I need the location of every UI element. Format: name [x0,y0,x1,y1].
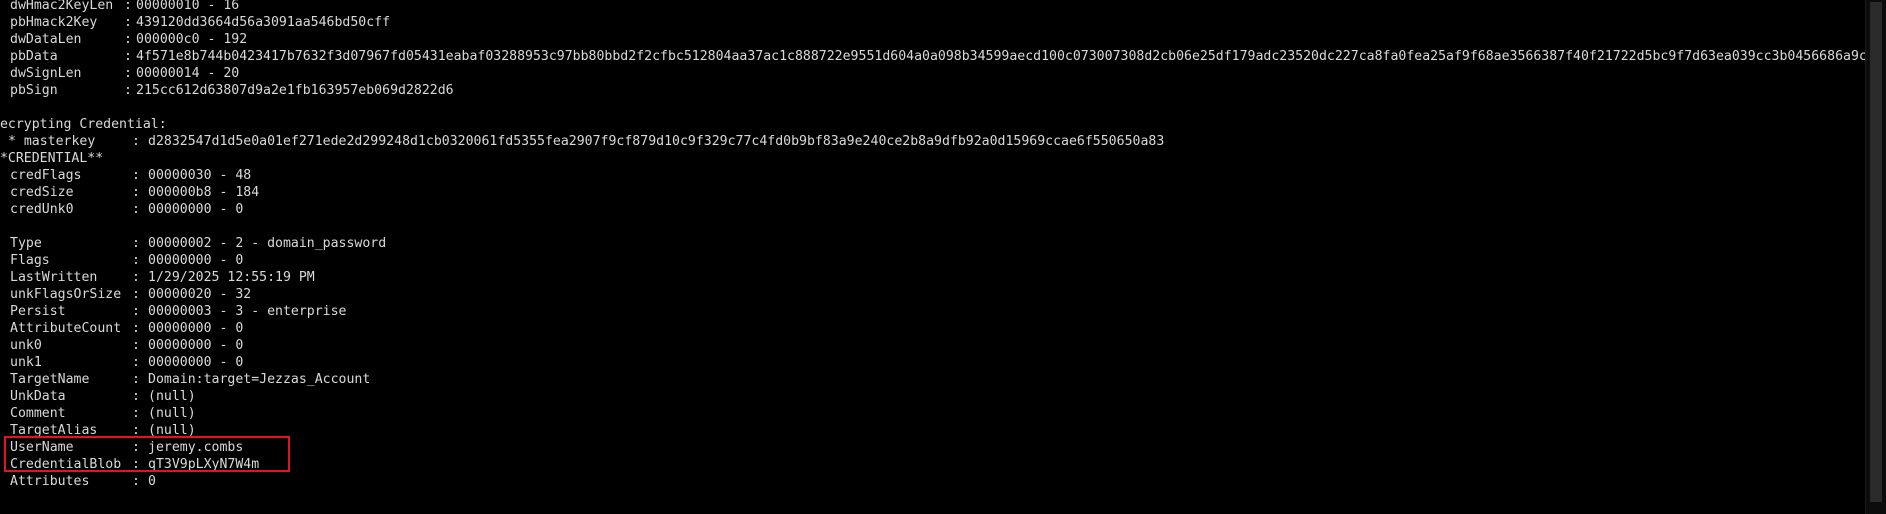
field-value: 00000020 - 32 [148,287,252,302]
kv-line-credsize: credSize : 000000b8 - 184 [0,184,259,201]
kv-line-unk1: unk1 : 00000000 - 0 [0,354,243,371]
field-value: 000000c0 - 192 [136,32,248,47]
kv-line-unkdata: UnkData : (null) [0,388,196,405]
field-key: AttributeCount [10,321,122,336]
field-value: 00000010 - 16 [136,0,240,13]
kv-line-dwhmac2keylen: dwHmac2KeyLen : 00000010 - 16 [0,0,239,14]
kv-line-credunk0: credUnk0 : 00000000 - 0 [0,201,243,218]
field-key: Attributes [10,474,90,489]
field-separator: : [124,83,132,98]
kv-line-attributecount: AttributeCount : 00000000 - 0 [0,320,243,337]
credential-highlight-box [4,436,290,472]
field-value: 00000030 - 48 [148,168,252,183]
kv-line-type: Type : 00000002 - 2 - domain_password [0,235,386,252]
field-value: 00000000 - 0 [148,202,244,217]
kv-line-pbdata: pbData : 4f571e8b744b0423417b7632f3d0796… [0,48,1866,65]
field-value: 215cc612d63807d9a2e1fb163957eb069d2822d6 [136,83,454,98]
field-value: 00000003 - 3 - enterprise [148,304,347,319]
field-key: Type [10,236,42,251]
field-value: 0 [148,474,156,489]
kv-line-pbhmack2key: pbHmack2Key : 439120dd3664d56a3091aa546b… [0,14,390,31]
field-value: (null) [148,389,196,404]
kv-line-attributes: Attributes : 0 [0,473,156,490]
field-separator: : [132,389,140,404]
field-key: Flags [10,253,50,268]
field-value: 00000000 - 0 [148,355,244,370]
masterkey-value: d2832547d1d5e0a01ef271ede2d299248d1cb032… [148,134,1165,149]
field-separator: : [132,253,140,268]
vertical-scrollbar[interactable] [1865,0,1886,514]
field-key: unk1 [10,355,42,370]
field-value: 1/29/2025 12:55:19 PM [148,270,315,285]
field-separator: : [132,304,140,319]
field-key: * masterkey [0,134,96,149]
field-separator: : [132,168,140,183]
field-separator: : [132,355,140,370]
field-separator: : [132,202,140,217]
field-key: dwSignLen [10,66,82,81]
field-separator: : [124,49,132,64]
kv-line-targetname: TargetName : Domain:target=Jezzas_Accoun… [0,371,370,388]
terminal-output[interactable]: dwHmac2KeyLen : 00000010 - 16 pbHmack2Ke… [0,0,1866,514]
kv-line-dwdatalen: dwDataLen : 000000c0 - 192 [0,31,247,48]
field-key: Persist [10,304,66,319]
field-separator: : [132,287,140,302]
kv-line-unkflagsorsize: unkFlagsOrSize : 00000020 - 32 [0,286,251,303]
field-key: UnkData [10,389,66,404]
kv-line-dwsignlen: dwSignLen : 00000014 - 20 [0,65,239,82]
field-value: (null) [148,406,196,421]
field-separator: : [132,321,140,336]
kv-line-credflags: credFlags : 00000030 - 48 [0,167,251,184]
field-separator: : [124,15,132,30]
kv-line-persist: Persist : 00000003 - 3 - enterprise [0,303,347,320]
field-separator: : [132,185,140,200]
field-key: pbSign [10,83,58,98]
field-value: 00000014 - 20 [136,66,240,81]
field-separator: : [132,270,140,285]
field-key: LastWritten [10,270,98,285]
field-key: pbData [10,49,58,64]
field-value: 00000000 - 0 [148,338,244,353]
field-separator: : [132,372,140,387]
field-key: credFlags [10,168,82,183]
kv-line-lastwritten: LastWritten : 1/29/2025 12:55:19 PM [0,269,315,286]
field-key: TargetName [10,372,90,387]
field-value: 4f571e8b744b0423417b7632f3d07967fd05431e… [136,49,1866,64]
field-value: 00000002 - 2 - domain_password [148,236,387,251]
field-separator: : [124,0,132,13]
decrypting-credential-header: Decrypting Credential: [0,117,167,132]
field-key: unk0 [10,338,42,353]
kv-line-unk0: unk0 : 00000000 - 0 [0,337,243,354]
field-value: 00000000 - 0 [148,321,244,336]
field-separator: : [132,474,140,489]
field-key: unkFlagsOrSize [10,287,122,302]
field-key: dwDataLen [10,32,82,47]
credential-header: **CREDENTIAL** [0,151,104,166]
field-separator: : [132,134,140,149]
field-value: Domain:target=Jezzas_Account [148,372,371,387]
field-separator: : [124,32,132,47]
field-value: 439120dd3664d56a3091aa546bd50cff [136,15,391,30]
field-separator: : [132,236,140,251]
field-key: dwHmac2KeyLen [10,0,114,13]
field-key: Comment [10,406,66,421]
field-key: credUnk0 [10,202,74,217]
scrollbar-thumb[interactable] [1870,2,1882,502]
field-separator: : [132,406,140,421]
field-value: 00000000 - 0 [148,253,244,268]
masterkey-line: * masterkey : d2832547d1d5e0a01ef271ede2… [0,133,1164,150]
field-separator: : [124,66,132,81]
kv-line-comment: Comment : (null) [0,405,196,422]
kv-line-flags: Flags : 00000000 - 0 [0,252,243,269]
field-key: pbHmack2Key [10,15,98,30]
field-value: 000000b8 - 184 [148,185,260,200]
field-key: credSize [10,185,74,200]
field-separator: : [132,338,140,353]
kv-line-pbsign: pbSign : 215cc612d63807d9a2e1fb163957eb0… [0,82,454,99]
